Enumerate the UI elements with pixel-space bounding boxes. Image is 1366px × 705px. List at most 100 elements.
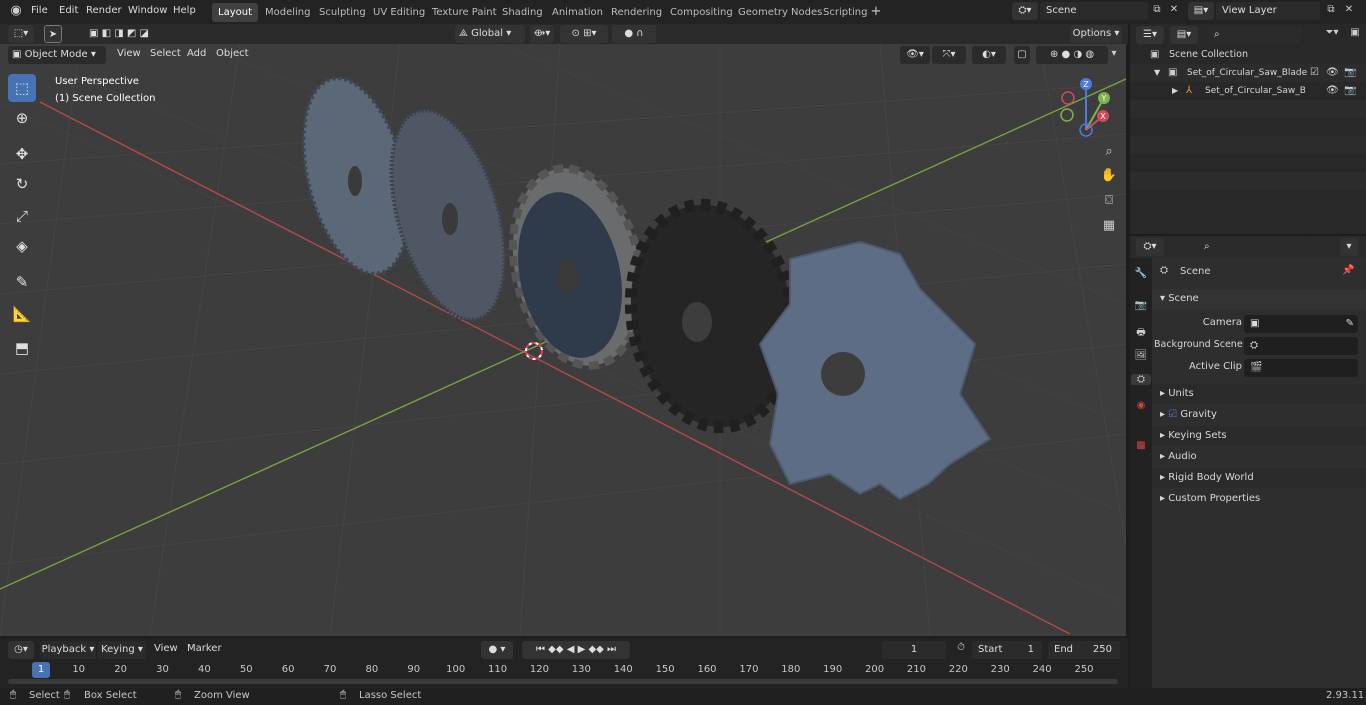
checkbox-icon[interactable]: ☑ xyxy=(1310,64,1319,82)
menu-render[interactable]: Render xyxy=(82,0,126,24)
transform-orientation-dropdown[interactable]: ⟁ Global ▾ xyxy=(455,25,525,43)
panel-rigid-body-world[interactable]: ▸ Rigid Body World xyxy=(1152,468,1366,488)
camera-field[interactable]: ▣ ✎ xyxy=(1244,315,1358,333)
end-frame-field[interactable]: End 250 xyxy=(1048,641,1120,659)
blender-logo-icon[interactable]: ◉ xyxy=(8,3,24,18)
tab-uv-editing[interactable]: UV Editing xyxy=(367,3,431,22)
menu-edit[interactable]: Edit xyxy=(55,0,82,24)
options-dropdown[interactable]: Options ▾ xyxy=(1070,25,1122,43)
outliner-row-collection[interactable]: ▼ ▣ Set_of_Circular_Saw_Blades_( ☑ 👁 📷 xyxy=(1130,64,1366,82)
shading-mode-buttons[interactable]: ⊕ ● ◑ ◍ xyxy=(1036,46,1108,64)
outliner-search-input[interactable]: ⌕ xyxy=(1208,26,1302,44)
outliner-row-object[interactable]: ▶ ⅄ Set_of_Circular_Saw_Blac 👁 📷 xyxy=(1130,82,1366,100)
select-mode-buttons[interactable]: ▣ ◧ ◨ ◩ ◪ xyxy=(78,25,160,43)
tab-sculpting[interactable]: Sculpting xyxy=(313,3,372,22)
panel-units[interactable]: ▸ Units xyxy=(1152,384,1366,404)
transform-tool-icon[interactable]: ◈ xyxy=(8,232,36,260)
pivot-icon[interactable]: ⟴▾ xyxy=(530,25,554,43)
tab-scripting[interactable]: Scripting xyxy=(817,3,873,22)
panel-audio[interactable]: ▸ Audio xyxy=(1152,447,1366,467)
panel-keying-sets[interactable]: ▸ Keying Sets xyxy=(1152,426,1366,446)
menu-window[interactable]: Window xyxy=(124,0,171,24)
start-frame-field[interactable]: Start 1 xyxy=(972,641,1042,659)
render-tab-icon[interactable]: 📷 xyxy=(1133,300,1149,311)
editor-type-icon[interactable]: ⬚▾ xyxy=(8,25,34,43)
scale-tool-icon[interactable]: ⤢ xyxy=(8,202,36,230)
tab-shading[interactable]: Shading xyxy=(496,3,549,22)
expand-arrow-icon[interactable]: ▼ xyxy=(1154,64,1160,82)
scene-panel-header[interactable]: ▾ Scene xyxy=(1152,289,1366,309)
background-scene-field[interactable]: ⛭ xyxy=(1244,337,1358,355)
select-box-tool-icon[interactable]: ⬚ xyxy=(8,74,36,102)
tab-modeling[interactable]: Modeling xyxy=(259,3,317,22)
pin-icon[interactable]: 📌 xyxy=(1342,265,1354,276)
chevron-down-icon[interactable]: ▾ xyxy=(1340,238,1358,256)
overlay-toggle-icon[interactable]: ◐▾ xyxy=(972,46,1006,64)
properties-search-input[interactable]: ⌕ xyxy=(1198,238,1308,256)
new-collection-icon[interactable]: ▣ xyxy=(1348,27,1362,38)
tab-texture-paint[interactable]: Texture Paint xyxy=(426,3,503,22)
panel-custom-properties[interactable]: ▸ Custom Properties xyxy=(1152,489,1366,509)
move-tool-icon[interactable]: ✥ xyxy=(8,140,36,168)
tab-rendering[interactable]: Rendering xyxy=(605,3,668,22)
copy-icon[interactable]: ⧉ xyxy=(1150,4,1164,15)
visibility-icon[interactable]: 👁▾ xyxy=(900,46,930,64)
eye-icon[interactable]: 👁 xyxy=(1326,64,1339,82)
menu-help[interactable]: Help xyxy=(169,0,200,24)
menu-view[interactable]: View xyxy=(150,638,182,662)
editor-type-icon[interactable]: ◷▾ xyxy=(8,641,34,659)
rotate-tool-icon[interactable]: ↻ xyxy=(8,170,36,198)
cursor-tool-icon[interactable]: ⊕ xyxy=(8,104,36,132)
tab-compositing[interactable]: Compositing xyxy=(664,3,739,22)
chevron-down-icon[interactable]: ▾ xyxy=(1108,48,1120,59)
pan-hand-icon[interactable]: ✋ xyxy=(1100,168,1118,183)
menu-marker[interactable]: Marker xyxy=(183,638,226,662)
panel-gravity[interactable]: ▸ ☑ Gravity xyxy=(1152,405,1366,425)
camera-icon[interactable]: 📷 xyxy=(1344,82,1356,100)
menu-object[interactable]: Object xyxy=(212,43,253,67)
object-mode-dropdown[interactable]: ▣ Object Mode ▾ xyxy=(8,46,106,64)
3d-viewport[interactable]: Z Y X User Perspective (1) Scene Collect… xyxy=(0,44,1126,636)
tool-tab-icon[interactable]: 🔧 xyxy=(1133,268,1149,279)
playback-dropdown[interactable]: Playback ▾ xyxy=(40,641,96,659)
editor-type-icon[interactable]: ⛭▾ xyxy=(1136,238,1164,256)
select-tool-icon[interactable]: ➤ xyxy=(44,25,62,43)
scene-name-field[interactable]: Scene xyxy=(1040,2,1148,20)
timeline-scrollbar[interactable] xyxy=(8,679,1118,684)
scene-browse-icon[interactable]: ⛭▾ xyxy=(1012,2,1038,20)
expand-arrow-icon[interactable]: ▶ xyxy=(1172,82,1178,100)
gizmo-toggle-icon[interactable]: ⤧▾ xyxy=(932,46,966,64)
add-cube-tool-icon[interactable]: ⬒ xyxy=(8,334,36,362)
menu-select[interactable]: Select xyxy=(146,43,185,67)
tab-layout[interactable]: Layout xyxy=(212,3,258,22)
filter-icon[interactable]: ⏷▾ xyxy=(1320,27,1344,38)
proportional-edit-icon[interactable]: ● ∩ xyxy=(612,25,656,43)
xray-icon[interactable]: ▢ xyxy=(1014,46,1030,64)
display-mode-icon[interactable]: ▤▾ xyxy=(1170,26,1198,44)
camera-icon[interactable]: 📷 xyxy=(1344,64,1356,82)
perspective-grid-icon[interactable]: ▦ xyxy=(1100,218,1118,233)
menu-view[interactable]: View xyxy=(113,43,145,67)
clock-icon[interactable]: ⏱ xyxy=(953,642,969,653)
output-tab-icon[interactable]: 🖶 xyxy=(1133,325,1149,342)
world-tab-icon[interactable]: ◉ xyxy=(1133,400,1149,411)
playback-controls[interactable]: ⏮ ◆◆ ◀ ▶ ◆◆ ⏭ xyxy=(522,641,630,659)
snap-icon[interactable]: ⊙ ⊞▾ xyxy=(560,25,608,43)
active-clip-field[interactable]: 🎬 xyxy=(1244,359,1358,377)
editor-type-icon[interactable]: ☰▾ xyxy=(1136,26,1164,44)
viewport-canvas[interactable]: Z Y X xyxy=(0,44,1126,636)
view-layer-browse-icon[interactable]: ▤▾ xyxy=(1188,2,1214,20)
keying-dropdown[interactable]: Keying ▾ xyxy=(98,641,146,659)
view-layer-tab-icon[interactable]: 🖼 xyxy=(1133,350,1149,361)
texture-tab-icon[interactable]: ▩ xyxy=(1133,440,1149,451)
view-layer-field[interactable]: View Layer xyxy=(1216,2,1320,20)
add-workspace-icon[interactable]: + xyxy=(868,4,884,19)
close-icon[interactable]: ✕ xyxy=(1167,4,1181,15)
menu-file[interactable]: File xyxy=(27,0,52,24)
tab-geometry-nodes[interactable]: Geometry Nodes xyxy=(732,3,828,22)
current-frame-field[interactable]: 1 xyxy=(882,641,946,659)
record-icon[interactable]: ● ▾ xyxy=(481,641,513,659)
measure-tool-icon[interactable]: 📐 xyxy=(8,300,36,328)
eye-icon[interactable]: 👁 xyxy=(1326,82,1339,100)
scene-tab-icon[interactable]: ⛭ xyxy=(1131,374,1151,385)
